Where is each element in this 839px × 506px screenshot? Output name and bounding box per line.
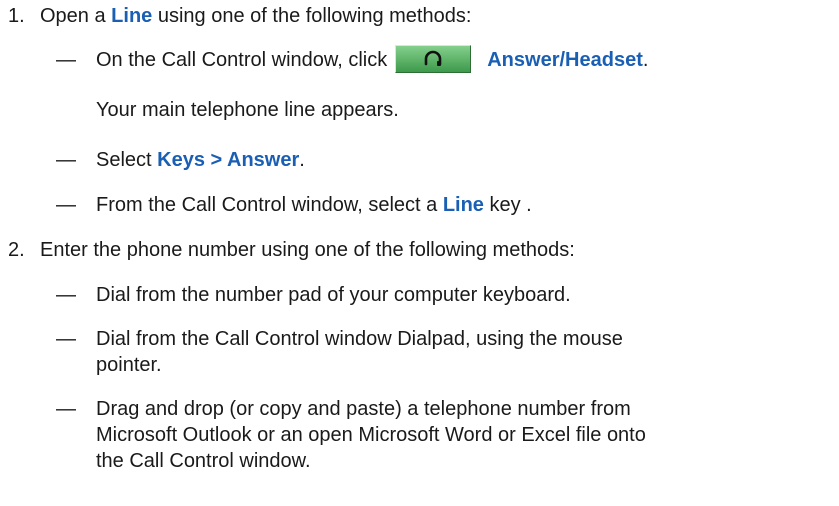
- method-text: From the Call Control window, select a L…: [96, 194, 532, 216]
- step-text: Enter the phone number using one of the …: [40, 239, 575, 261]
- method-text-cont: the Call Control window.: [96, 450, 311, 472]
- answer-headset-term: Answer/Headset: [487, 49, 643, 71]
- method-note: Your main telephone line appears.: [96, 99, 399, 121]
- dash: —: [56, 328, 76, 350]
- method-text-cont: Microsoft Outlook or an open Microsoft W…: [96, 424, 646, 446]
- headset-icon: [424, 50, 442, 66]
- dash: —: [56, 194, 76, 216]
- keys-answer-term: Keys > Answer: [157, 149, 300, 171]
- dash: —: [56, 49, 76, 71]
- method-text: On the Call Control window, click Answer/…: [96, 44, 648, 73]
- dash: —: [56, 149, 76, 171]
- answer-headset-button[interactable]: [395, 44, 472, 73]
- step-number: 2.: [8, 239, 25, 261]
- method-text: Dial from the number pad of your compute…: [96, 284, 571, 306]
- dash: —: [56, 398, 76, 420]
- step-text: Open a Line using one of the following m…: [40, 5, 472, 27]
- method-text: Drag and drop (or copy and paste) a tele…: [96, 398, 631, 420]
- line-term: Line: [442, 194, 484, 216]
- method-text: Select Keys > Answer.: [96, 149, 305, 171]
- line-term: Line: [111, 5, 153, 27]
- step-number: 1.: [8, 5, 25, 27]
- method-text: Dial from the Call Control window Dialpa…: [96, 328, 623, 350]
- method-text-cont: pointer.: [96, 354, 162, 376]
- dash: —: [56, 284, 76, 306]
